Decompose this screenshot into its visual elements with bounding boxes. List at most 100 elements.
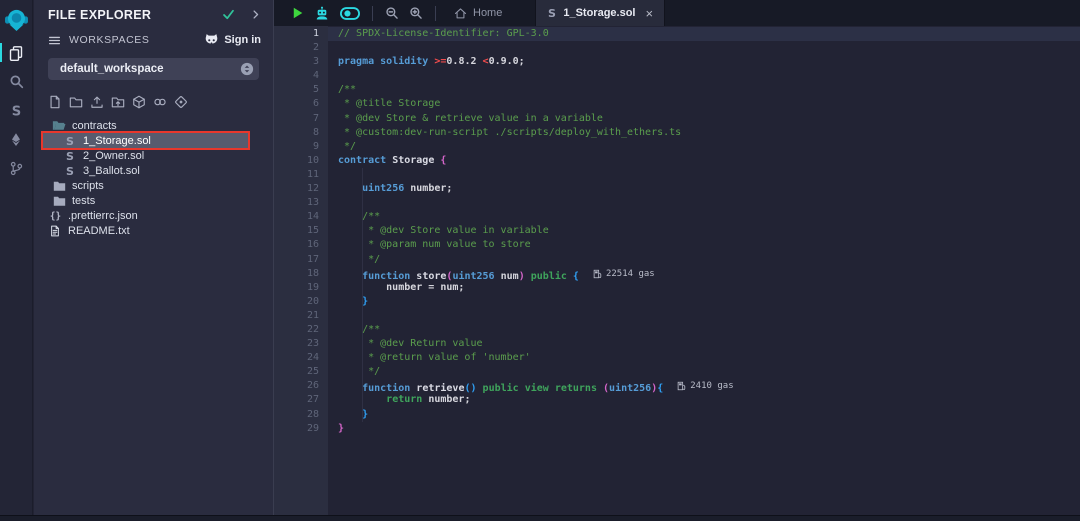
line-number[interactable]: 8 <box>274 126 328 140</box>
line-number[interactable]: 25 <box>274 365 328 379</box>
line-number[interactable]: 26 <box>274 379 328 393</box>
tree-item-contracts[interactable]: contracts <box>34 118 273 133</box>
code-line[interactable] <box>338 309 1080 323</box>
editor-topbar: Home S1_Storage.sol× <box>274 0 1080 26</box>
gist-button[interactable] <box>174 95 188 109</box>
code-line[interactable]: * @dev Store value in variable <box>338 224 1080 238</box>
zoom-in-button[interactable] <box>409 0 423 26</box>
rail-item-search[interactable] <box>0 67 32 96</box>
line-number[interactable]: 9 <box>274 140 328 154</box>
new-file-button[interactable] <box>48 95 62 109</box>
code-line[interactable]: * @dev Store & retrieve value in a varia… <box>338 112 1080 126</box>
line-number[interactable]: 2 <box>274 41 328 55</box>
line-number[interactable]: 24 <box>274 351 328 365</box>
json-icon: {} <box>49 210 62 222</box>
code-line[interactable]: /** <box>338 210 1080 224</box>
hamburger-menu-icon[interactable] <box>48 34 61 47</box>
code-line[interactable] <box>338 196 1080 210</box>
terminal-resize-handle[interactable] <box>0 515 1080 521</box>
workspace-select[interactable]: default_workspace <box>48 58 259 80</box>
code-line[interactable]: return number; <box>338 393 1080 407</box>
code-line[interactable]: /** <box>338 323 1080 337</box>
code-line[interactable]: * @return value of 'number' <box>338 351 1080 365</box>
line-number[interactable]: 4 <box>274 69 328 83</box>
line-number[interactable]: 15 <box>274 224 328 238</box>
new-folder-button[interactable] <box>69 95 83 109</box>
code-line[interactable]: * @custom:dev-run-script ./scripts/deplo… <box>338 126 1080 140</box>
code-line[interactable]: * @dev Return value <box>338 337 1080 351</box>
line-number[interactable]: 11 <box>274 168 328 182</box>
line-number[interactable]: 17 <box>274 253 328 267</box>
line-number[interactable]: 27 <box>274 393 328 407</box>
ipfs-box-button[interactable] <box>132 95 146 109</box>
code-editor[interactable]: 1234567891011121314151617181920212223242… <box>274 26 1080 515</box>
chevron-right-icon[interactable] <box>250 9 261 20</box>
line-number[interactable]: 3 <box>274 55 328 69</box>
line-number[interactable]: 23 <box>274 337 328 351</box>
code-line[interactable]: function store(uint256 num) public {2251… <box>338 267 1080 281</box>
sign-in-button[interactable]: Sign in <box>204 33 261 47</box>
tree-item-1-storage-sol[interactable]: S1_Storage.sol <box>43 133 248 148</box>
code-line[interactable]: uint256 number; <box>338 182 1080 196</box>
tree-item-label: 3_Ballot.sol <box>83 165 140 177</box>
left-rail: S <box>0 0 33 515</box>
ai-assistant-button[interactable] <box>314 0 330 26</box>
upload-file-button[interactable] <box>90 95 104 109</box>
code-line[interactable]: * @title Storage <box>338 97 1080 111</box>
code-line[interactable]: * @param num value to store <box>338 238 1080 252</box>
line-number[interactable]: 16 <box>274 238 328 252</box>
code-line[interactable] <box>338 41 1080 55</box>
line-number[interactable]: 14 <box>274 210 328 224</box>
code-line[interactable]: } <box>338 295 1080 309</box>
code-line[interactable]: contract Storage { <box>338 154 1080 168</box>
line-number[interactable]: 10 <box>274 154 328 168</box>
zoom-out-button[interactable] <box>385 0 399 26</box>
rail-item-solidity-compiler[interactable]: S <box>0 96 32 125</box>
rail-item-deploy-run[interactable] <box>0 125 32 154</box>
line-number[interactable]: 28 <box>274 408 328 422</box>
code-line[interactable]: // SPDX-License-Identifier: GPL-3.0 <box>328 27 1080 41</box>
line-number[interactable]: 18 <box>274 267 328 281</box>
code-line[interactable]: number = num; <box>338 281 1080 295</box>
code-line[interactable]: */ <box>338 365 1080 379</box>
code-line[interactable] <box>338 168 1080 182</box>
code-line[interactable]: */ <box>338 140 1080 154</box>
tree-item-readme-txt[interactable]: README.txt <box>34 223 273 238</box>
line-number[interactable]: 21 <box>274 309 328 323</box>
tree-item-scripts[interactable]: scripts <box>34 178 273 193</box>
tree-item-3-ballot-sol[interactable]: S3_Ballot.sol <box>34 163 273 178</box>
line-number[interactable]: 29 <box>274 422 328 436</box>
code-line[interactable]: */ <box>338 253 1080 267</box>
line-number[interactable]: 7 <box>274 112 328 126</box>
code-line[interactable]: function retrieve() public view returns … <box>338 379 1080 393</box>
tree-item-tests[interactable]: tests <box>34 193 273 208</box>
code-area[interactable]: // SPDX-License-Identifier: GPL-3.0 pragm… <box>328 26 1080 515</box>
ai-copilot-toggle[interactable] <box>340 0 360 26</box>
tree-item--prettierrc-json[interactable]: {}.prettierrc.json <box>34 208 273 223</box>
line-number[interactable]: 13 <box>274 196 328 210</box>
line-number[interactable]: 22 <box>274 323 328 337</box>
clone-link-button[interactable] <box>153 95 167 109</box>
code-line[interactable]: /** <box>338 83 1080 97</box>
tab-1-storage-sol[interactable]: S1_Storage.sol× <box>535 0 665 26</box>
close-tab-icon[interactable]: × <box>645 7 653 20</box>
accept-check-icon[interactable] <box>222 8 235 21</box>
line-number[interactable]: 19 <box>274 281 328 295</box>
line-number[interactable]: 5 <box>274 83 328 97</box>
rail-item-file-explorer[interactable] <box>0 38 32 67</box>
run-script-button[interactable] <box>291 0 304 26</box>
upload-folder-button[interactable] <box>111 95 125 109</box>
tab-home[interactable]: Home <box>443 0 513 26</box>
code-line[interactable] <box>338 69 1080 83</box>
line-number[interactable]: 12 <box>274 182 328 196</box>
rail-item-git[interactable] <box>0 154 32 183</box>
line-number[interactable]: 20 <box>274 295 328 309</box>
code-line[interactable]: } <box>338 422 1080 436</box>
line-number[interactable]: 6 <box>274 97 328 111</box>
rail-item-remix-logo[interactable] <box>0 0 32 38</box>
tree-item-2-owner-sol[interactable]: S2_Owner.sol <box>34 148 273 163</box>
code-line[interactable]: pragma solidity >=0.8.2 <0.9.0; <box>338 55 1080 69</box>
line-number[interactable]: 1 <box>274 27 328 41</box>
code-line[interactable]: } <box>338 408 1080 422</box>
workspace-selected-value: default_workspace <box>60 63 240 75</box>
